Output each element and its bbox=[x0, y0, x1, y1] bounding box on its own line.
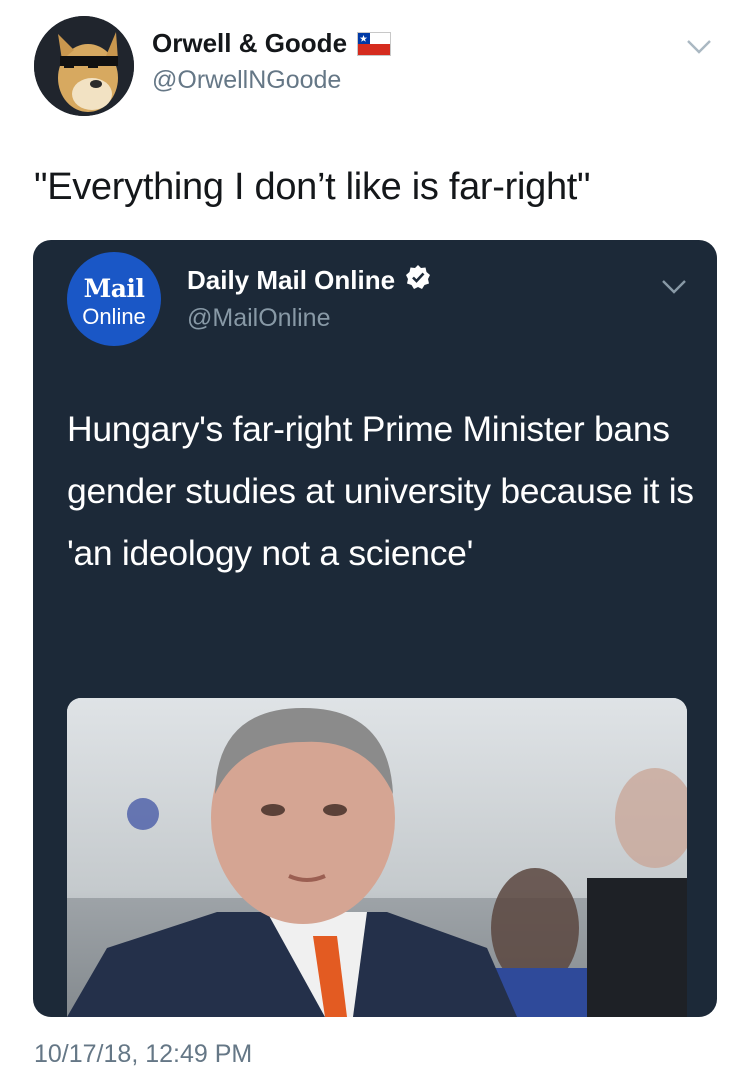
doge-avatar-icon bbox=[34, 16, 134, 116]
author-display-name[interactable]: Orwell & Goode bbox=[152, 28, 392, 59]
quoted-author-name-text: Daily Mail Online bbox=[187, 265, 396, 295]
quoted-tweet-card[interactable]: Mail Online Daily Mail Online @MailOnlin… bbox=[33, 240, 717, 1017]
news-photo[interactable] bbox=[67, 698, 687, 1017]
verified-badge-icon bbox=[405, 264, 431, 297]
author-avatar[interactable] bbox=[34, 16, 134, 116]
quoted-menu-chevron-icon[interactable] bbox=[661, 278, 687, 296]
photo-of-politician bbox=[67, 698, 687, 1017]
online-logo-word: Online bbox=[82, 304, 146, 329]
quoted-author-handle[interactable]: @MailOnline bbox=[187, 304, 330, 333]
quoted-author-name[interactable]: Daily Mail Online bbox=[187, 264, 431, 297]
mail-logo-word: Mail bbox=[83, 274, 145, 303]
chile-flag-icon bbox=[357, 31, 392, 56]
tweet-text: "Everything I don’t like is far-right" bbox=[34, 166, 591, 208]
quoted-tweet-text: Hungary's far-right Prime Minister bans … bbox=[67, 409, 694, 573]
tweet-timestamp[interactable]: 10/17/18, 12:49 PM bbox=[34, 1040, 252, 1069]
author-handle[interactable]: @OrwellNGoode bbox=[152, 66, 341, 95]
tweet-menu-chevron-icon[interactable] bbox=[686, 38, 712, 56]
mail-online-logo[interactable]: Mail Online bbox=[67, 252, 161, 346]
author-name-text: Orwell & Goode bbox=[152, 28, 348, 58]
